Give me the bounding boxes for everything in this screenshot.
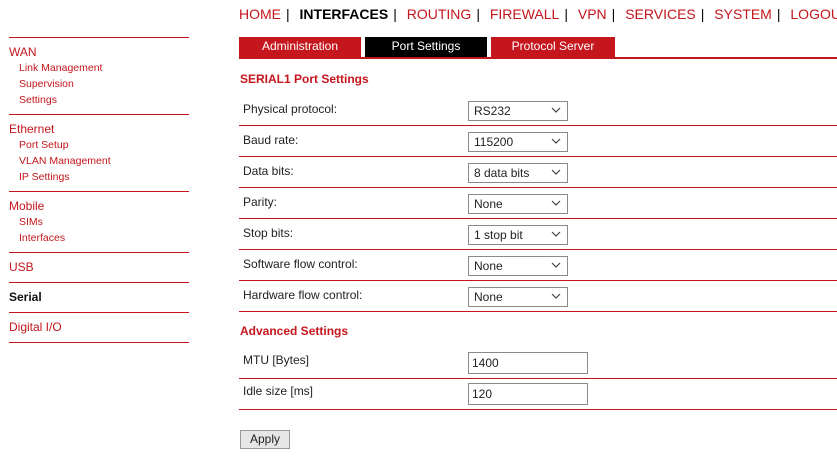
hardware-flow-control-value: None xyxy=(474,290,503,304)
parity-label: Parity: xyxy=(243,195,278,209)
advanced-settings-title: Advanced Settings xyxy=(240,324,349,338)
nav-separator: | xyxy=(286,6,290,22)
apply-button[interactable]: Apply xyxy=(240,430,290,449)
hardware-flow-control-select[interactable]: None xyxy=(468,287,568,307)
physical-protocol-select[interactable]: RS232 xyxy=(468,101,568,121)
nav-interfaces[interactable]: INTERFACES xyxy=(300,6,389,22)
baud-rate-row: Baud rate: 115200 xyxy=(239,126,837,157)
chevron-down-icon xyxy=(551,231,561,237)
idle-size-row: Idle size [ms] 120 xyxy=(239,379,837,410)
parity-row: Parity: None xyxy=(239,188,837,219)
mtu-label: MTU [Bytes] xyxy=(243,353,310,367)
nav-separator: | xyxy=(564,6,568,22)
chevron-down-icon xyxy=(551,169,561,175)
stop-bits-label: Stop bits: xyxy=(243,226,294,240)
baud-rate-select[interactable]: 115200 xyxy=(468,132,568,152)
physical-protocol-value: RS232 xyxy=(474,104,511,118)
sidebar-item-vlan-management[interactable]: VLAN Management xyxy=(9,153,189,169)
baud-rate-label: Baud rate: xyxy=(243,133,299,147)
software-flow-control-row: Software flow control: None xyxy=(239,250,837,281)
port-settings-table: Physical protocol: RS232 Baud rate: 1152… xyxy=(239,95,837,312)
nav-system[interactable]: SYSTEM xyxy=(714,6,772,22)
advanced-settings-table: MTU [Bytes] 1400 Idle size [ms] 120 xyxy=(239,348,837,410)
tab-bar: Administration Port Settings Protocol Se… xyxy=(239,37,837,59)
sidebar: WAN Link Management Supervision Settings… xyxy=(9,37,189,343)
nav-services[interactable]: SERVICES xyxy=(625,6,696,22)
sidebar-group-usb: USB xyxy=(9,252,189,282)
sidebar-item-mobile-interfaces[interactable]: Interfaces xyxy=(9,230,189,246)
sidebar-group-wan: WAN Link Management Supervision Settings xyxy=(9,37,189,114)
stop-bits-row: Stop bits: 1 stop bit xyxy=(239,219,837,250)
top-navigation: HOME | INTERFACES | ROUTING | FIREWALL | VPN… xyxy=(239,6,837,26)
chevron-down-icon xyxy=(551,107,561,113)
stop-bits-value: 1 stop bit xyxy=(474,228,523,242)
mtu-input[interactable]: 1400 xyxy=(468,352,588,374)
sidebar-item-port-setup[interactable]: Port Setup xyxy=(9,137,189,153)
hardware-flow-control-row: Hardware flow control: None xyxy=(239,281,837,312)
tab-port-settings[interactable]: Port Settings xyxy=(365,37,487,57)
sidebar-item-usb[interactable]: USB xyxy=(9,260,189,275)
sidebar-group-ethernet: Ethernet Port Setup VLAN Management IP S… xyxy=(9,114,189,191)
nav-separator: | xyxy=(611,6,616,22)
nav-logout[interactable]: LOGOUT xyxy=(790,6,837,22)
sidebar-group-mobile: Mobile SIMs Interfaces xyxy=(9,191,189,252)
nav-vpn[interactable]: VPN xyxy=(578,6,607,22)
sidebar-item-sims[interactable]: SIMs xyxy=(9,214,189,230)
nav-home[interactable]: HOME xyxy=(239,6,281,22)
sidebar-item-ethernet[interactable]: Ethernet xyxy=(9,122,189,137)
sidebar-item-ip-settings[interactable]: IP Settings xyxy=(9,169,189,185)
sidebar-item-mobile[interactable]: Mobile xyxy=(9,199,189,214)
baud-rate-value: 115200 xyxy=(474,135,514,149)
nav-routing[interactable]: ROUTING xyxy=(407,6,472,22)
physical-protocol-label: Physical protocol: xyxy=(243,102,338,116)
sidebar-item-wan-settings[interactable]: Settings xyxy=(9,92,189,108)
software-flow-control-select[interactable]: None xyxy=(468,256,568,276)
nav-separator: | xyxy=(476,6,480,22)
hardware-flow-control-label: Hardware flow control: xyxy=(243,288,363,302)
sidebar-item-serial[interactable]: Serial xyxy=(9,290,189,305)
stop-bits-select[interactable]: 1 stop bit xyxy=(468,225,568,245)
parity-value: None xyxy=(474,197,503,211)
data-bits-value: 8 data bits xyxy=(474,166,530,180)
sidebar-item-supervision[interactable]: Supervision xyxy=(9,76,189,92)
nav-separator: | xyxy=(700,6,705,22)
data-bits-label: Data bits: xyxy=(243,164,294,178)
data-bits-select[interactable]: 8 data bits xyxy=(468,163,568,183)
sidebar-item-digital-io[interactable]: Digital I/O xyxy=(9,320,189,335)
port-settings-title: SERIAL1 Port Settings xyxy=(240,72,369,86)
sidebar-item-wan[interactable]: WAN xyxy=(9,45,189,60)
parity-select[interactable]: None xyxy=(468,194,568,214)
chevron-down-icon xyxy=(551,262,561,268)
idle-size-label: Idle size [ms] xyxy=(243,384,314,398)
data-bits-row: Data bits: 8 data bits xyxy=(239,157,837,188)
sidebar-item-link-management[interactable]: Link Management xyxy=(9,60,189,76)
mtu-row: MTU [Bytes] 1400 xyxy=(239,348,837,379)
sidebar-group-serial: Serial xyxy=(9,282,189,312)
nav-separator: | xyxy=(393,6,397,22)
nav-firewall[interactable]: FIREWALL xyxy=(490,6,560,22)
chevron-down-icon xyxy=(551,200,561,206)
software-flow-control-label: Software flow control: xyxy=(243,257,358,271)
software-flow-control-value: None xyxy=(474,259,503,273)
tab-protocol-server[interactable]: Protocol Server xyxy=(491,37,615,57)
physical-protocol-row: Physical protocol: RS232 xyxy=(239,95,837,126)
tab-administration[interactable]: Administration xyxy=(239,37,361,57)
idle-size-input[interactable]: 120 xyxy=(468,383,588,405)
chevron-down-icon xyxy=(551,293,561,299)
sidebar-group-digital-io: Digital I/O xyxy=(9,312,189,343)
nav-separator: | xyxy=(776,6,781,22)
chevron-down-icon xyxy=(551,138,561,144)
